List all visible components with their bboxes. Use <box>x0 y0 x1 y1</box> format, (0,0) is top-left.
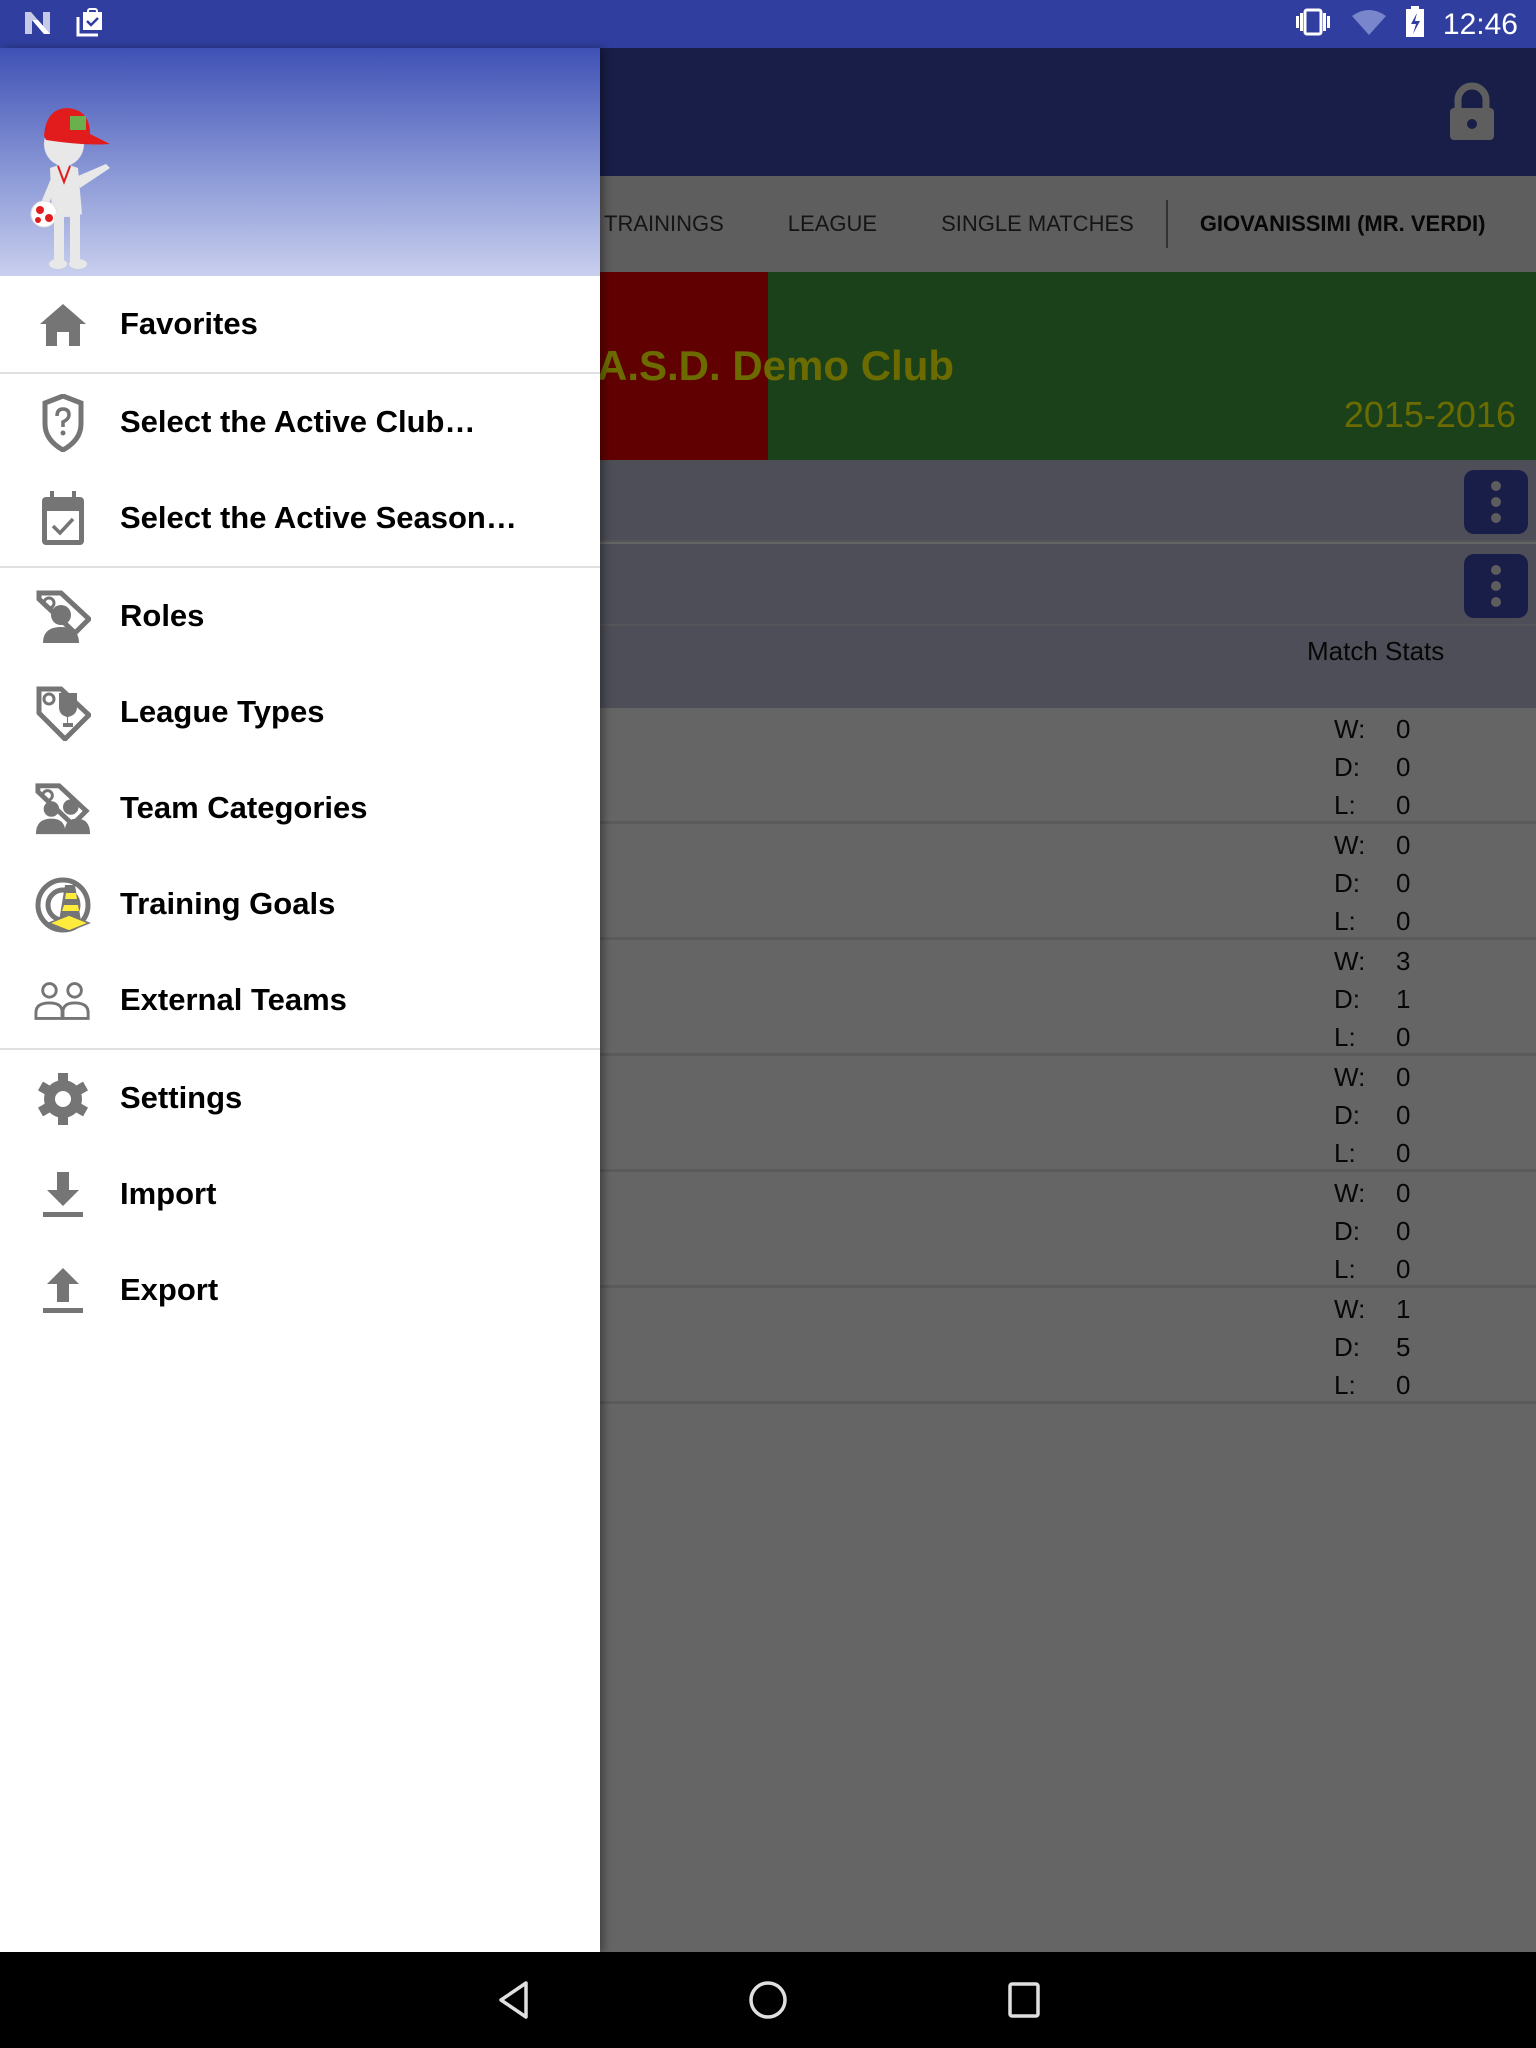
menu-item-select-active-season[interactable]: Select the Active Season… <box>0 470 600 566</box>
back-icon <box>499 1981 528 2019</box>
menu-item-label: Settings <box>120 1080 243 1115</box>
home-circle-icon <box>749 1981 787 2019</box>
calendar-check-icon <box>34 491 92 545</box>
vibrate-icon <box>1293 7 1333 42</box>
training-goal-cone-icon <box>34 877 92 933</box>
menu-item-label: Roles <box>120 598 205 633</box>
menu-item-settings[interactable]: Settings <box>0 1050 600 1146</box>
mascot-logo <box>30 108 110 269</box>
menu-item-label: Team Categories <box>120 790 368 825</box>
menu-item-label: External Teams <box>120 982 347 1017</box>
menu-item-team-categories[interactable]: Team Categories <box>0 760 600 856</box>
menu-item-label: Select the Active Club… <box>120 404 476 439</box>
battery-charging-icon <box>1405 6 1425 43</box>
recents-button[interactable] <box>998 1974 1050 2026</box>
menu-item-import[interactable]: Import <box>0 1146 600 1242</box>
menu-item-favorites[interactable]: Favorites <box>0 276 600 372</box>
menu-item-label: Select the Active Season… <box>120 500 517 535</box>
drawer-menu: Favorites Select the Active Club… Select… <box>0 276 600 1338</box>
menu-item-label: League Types <box>120 694 325 729</box>
download-icon <box>34 1170 92 1220</box>
upload-icon <box>34 1266 92 1316</box>
menu-item-label: Export <box>120 1272 219 1307</box>
menu-item-roles[interactable]: Roles <box>0 568 600 664</box>
menu-item-external-teams[interactable]: External Teams <box>0 952 600 1048</box>
menu-item-select-active-club[interactable]: Select the Active Club… <box>0 374 600 470</box>
menu-item-label: Training Goals <box>120 886 336 921</box>
recents-square-icon <box>1008 1982 1040 2018</box>
notification-n-icon <box>22 9 54 42</box>
menu-item-training-goals[interactable]: Training Goals <box>0 856 600 952</box>
system-nav-bar <box>0 1952 1536 2048</box>
people-outline-icon <box>34 976 92 1026</box>
menu-item-label: Favorites <box>120 306 258 341</box>
wifi-icon <box>1351 8 1387 41</box>
drawer-header <box>0 48 600 276</box>
menu-item-league-types[interactable]: League Types <box>0 664 600 760</box>
back-button[interactable] <box>488 1974 540 2026</box>
clipboard-check-icon <box>76 8 104 43</box>
team-category-tag-icon <box>34 783 92 835</box>
shield-question-icon <box>34 394 92 452</box>
menu-item-label: Import <box>120 1176 217 1211</box>
navigation-drawer: Favorites Select the Active Club… Select… <box>0 48 600 1952</box>
home-icon <box>34 300 92 350</box>
roles-tag-icon <box>34 590 92 643</box>
menu-item-export[interactable]: Export <box>0 1242 600 1338</box>
status-bar: 12:46 <box>0 0 1536 48</box>
league-tag-icon <box>34 686 92 741</box>
gear-icon <box>34 1073 92 1125</box>
clock: 12:46 <box>1442 7 1518 41</box>
home-button[interactable] <box>742 1974 794 2026</box>
